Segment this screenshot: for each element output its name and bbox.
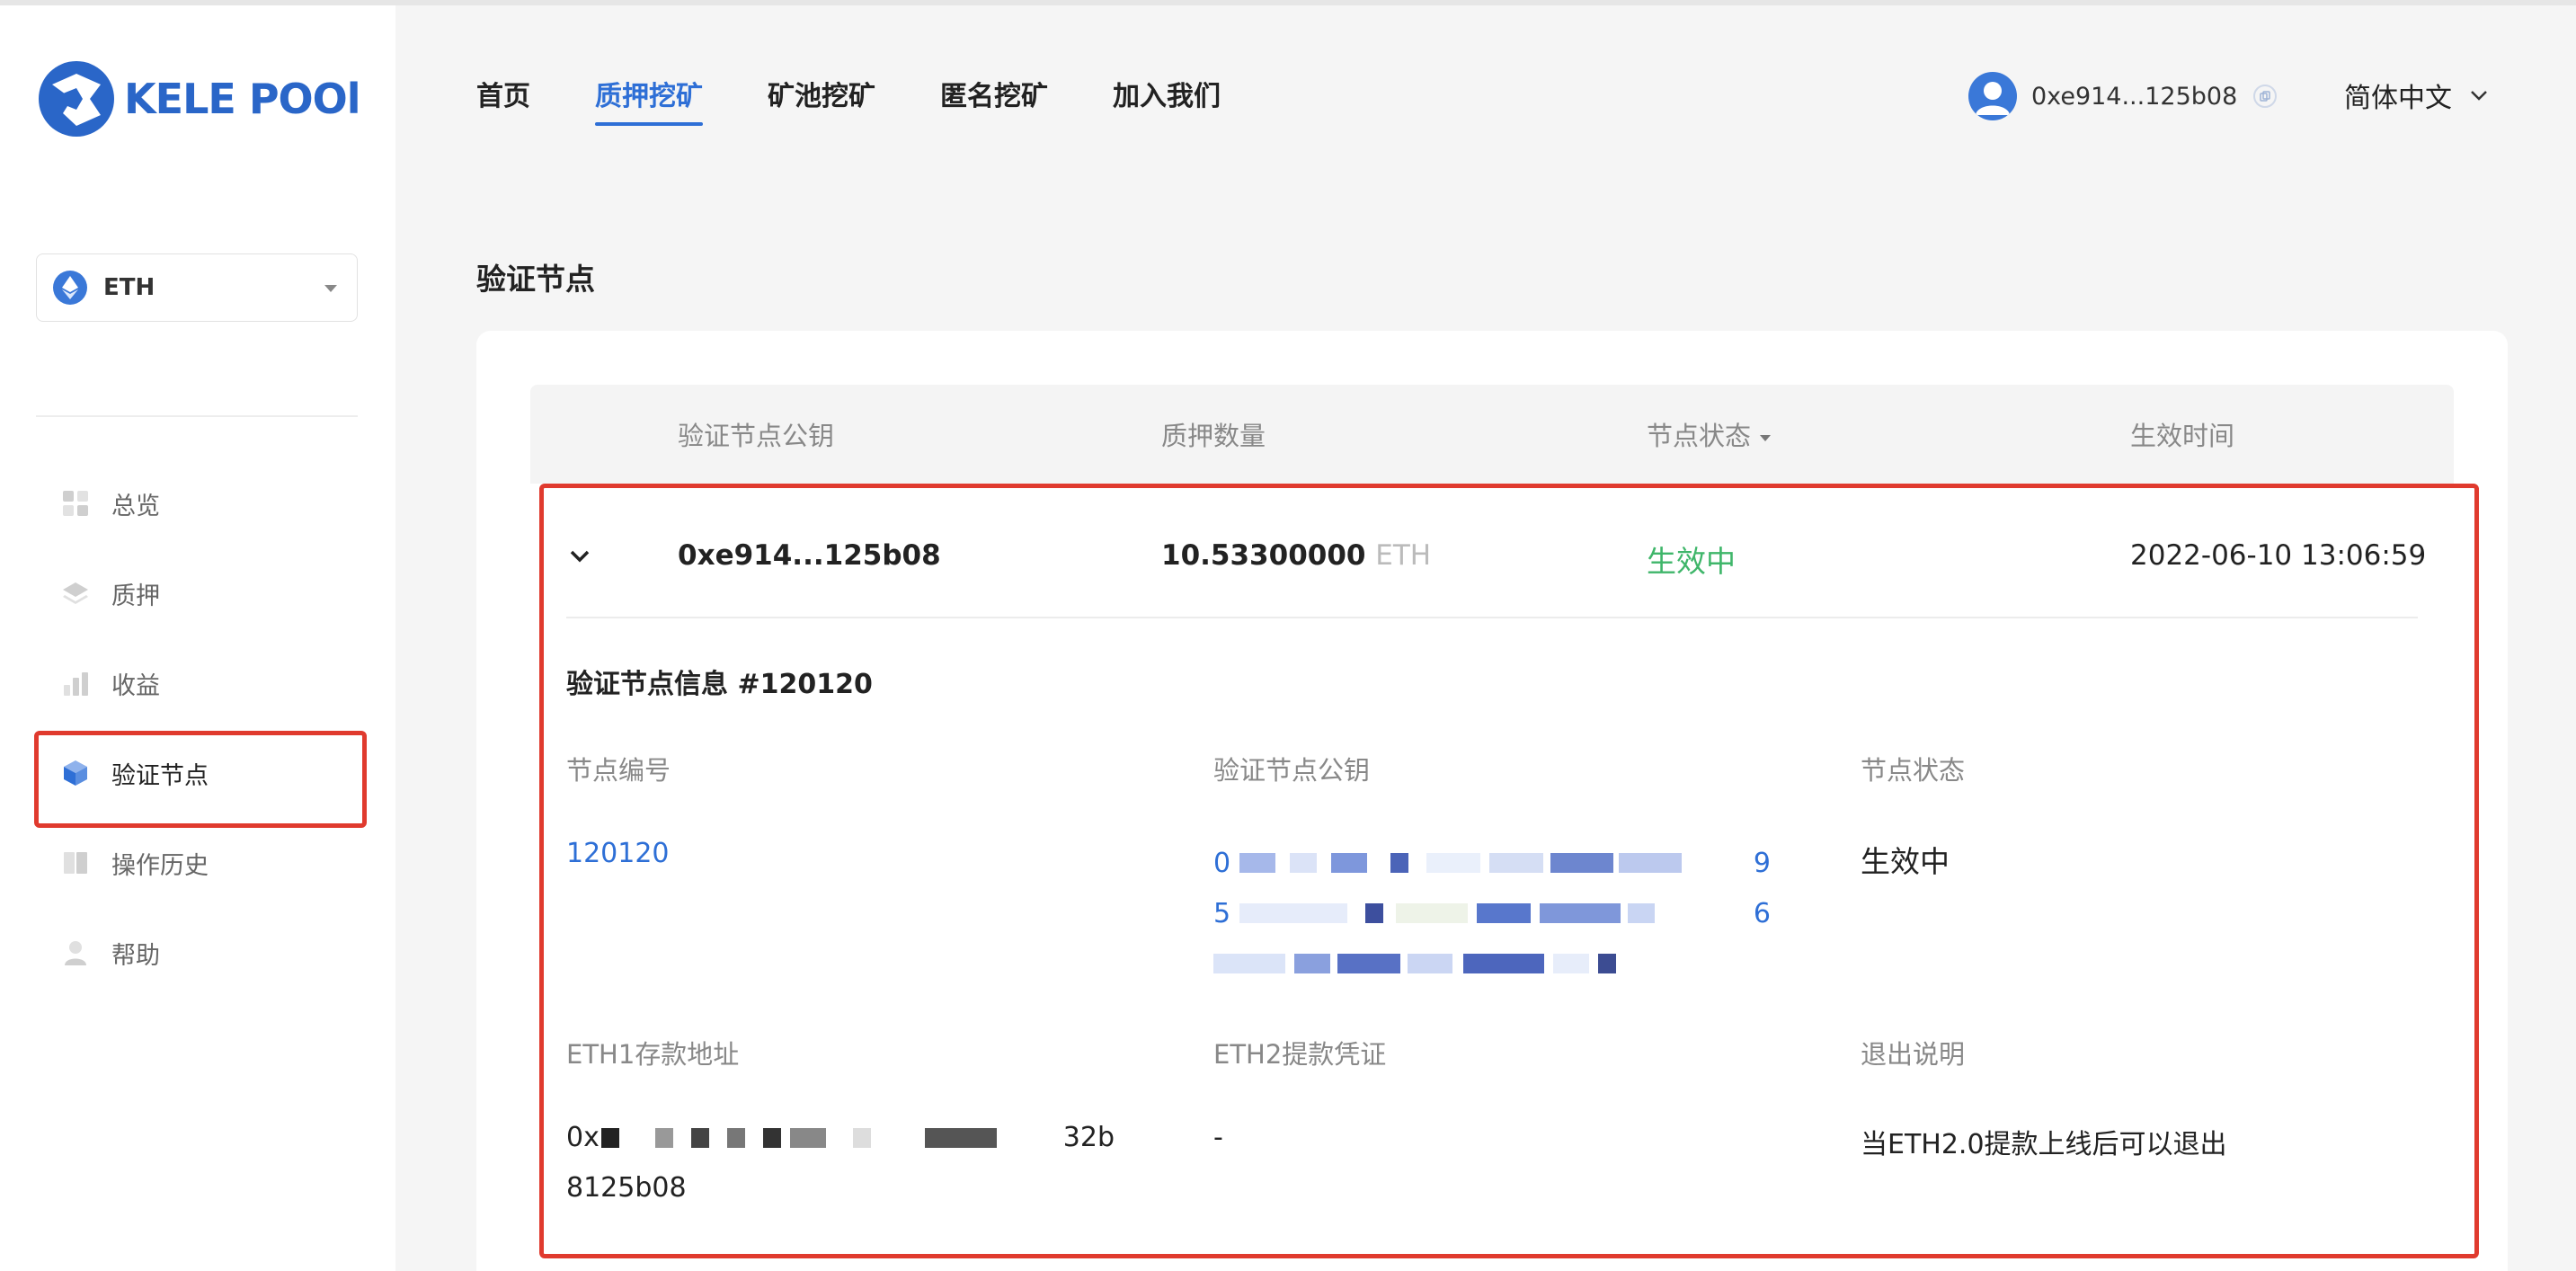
copy-icon[interactable] <box>2253 84 2278 108</box>
caret-down-icon <box>324 285 337 292</box>
chevron-down-icon <box>2471 91 2487 101</box>
pubkey-line-end: 9 <box>1753 847 1771 879</box>
row-amount-value: 10.53300000 <box>1161 539 1366 572</box>
sidebar-item-label: 帮助 <box>111 941 160 970</box>
sidebar-item-overview[interactable]: 总览 <box>36 467 361 539</box>
sidebar-item-validators[interactable]: 验证节点 <box>36 737 361 809</box>
pubkey-line <box>1213 938 1771 989</box>
top-nav: 首页 质押挖矿 矿池挖矿 匿名挖矿 加入我们 <box>476 76 1285 126</box>
language-select[interactable]: 简体中文 <box>2344 76 2490 115</box>
language-value: 简体中文 <box>2344 83 2452 114</box>
label-pubkey: 验证节点公钥 <box>1213 755 1371 786</box>
tab-join-us[interactable]: 加入我们 <box>1113 76 1221 126</box>
expand-chevron-icon[interactable] <box>566 543 593 570</box>
label-status: 节点状态 <box>1861 755 1966 786</box>
wallet-address: 0xe914...125b08 <box>2031 82 2238 111</box>
row-pubkey: 0xe914...125b08 <box>678 539 941 572</box>
eth1-address-line: 0x 32b <box>566 1122 1115 1153</box>
label-eth1-address: ETH1存款地址 <box>566 1039 740 1070</box>
row-amount-unit: ETH <box>1375 539 1432 572</box>
sidebar-item-earnings[interactable]: 收益 <box>36 647 361 719</box>
bar-chart-icon <box>64 672 88 696</box>
brand-name: KELE POOl <box>124 75 361 123</box>
avatar <box>1968 72 2017 120</box>
label-exit-note: 退出说明 <box>1861 1039 1966 1070</box>
sort-caret-icon <box>1760 434 1772 441</box>
pubkey-value[interactable]: 0 9 5 6 <box>1213 838 1771 989</box>
layers-icon <box>63 582 88 604</box>
sidebar-item-label: 验证节点 <box>111 761 209 790</box>
sidebar-item-label: 收益 <box>111 671 160 700</box>
ethereum-icon <box>53 271 87 305</box>
column-header-pubkey: 验证节点公钥 <box>678 421 835 451</box>
row-divider <box>566 617 2418 618</box>
sidebar-item-history[interactable]: 操作历史 <box>36 827 361 899</box>
label-node-id: 节点编号 <box>566 755 671 786</box>
tab-staking-mining[interactable]: 质押挖矿 <box>595 76 703 126</box>
tab-home[interactable]: 首页 <box>476 76 530 126</box>
coin-select[interactable]: ETH <box>36 253 358 322</box>
column-header-status-label: 节点状态 <box>1647 421 1752 451</box>
row-status: 生效中 <box>1647 544 1736 579</box>
sidebar-nav: 总览 质押 收益 验证节点 操作历史 帮助 <box>36 467 361 1007</box>
pubkey-line-end: 6 <box>1753 897 1771 929</box>
row-time: 2022-06-10 13:06:59 <box>2130 539 2427 572</box>
pubkey-line-start: 5 <box>1213 897 1231 929</box>
tab-pool-mining[interactable]: 矿池挖矿 <box>768 76 875 126</box>
exit-note-value: 当ETH2.0提款上线后可以退出 <box>1861 1129 2227 1160</box>
label-eth2-credential: ETH2提款凭证 <box>1213 1039 1387 1070</box>
coin-select-value: ETH <box>103 274 155 301</box>
eth1-address-line2: 8125b08 <box>566 1172 687 1204</box>
brand-logo[interactable]: KELE POOl <box>36 58 361 140</box>
pubkey-line: 0 9 <box>1213 838 1771 888</box>
row-amount: 10.53300000 ETH <box>1161 539 1431 572</box>
column-header-amount: 质押数量 <box>1161 421 1266 451</box>
sidebar-divider <box>36 415 358 417</box>
grid-icon <box>63 491 88 516</box>
sidebar-item-label: 操作历史 <box>111 851 209 880</box>
sidebar-item-staking[interactable]: 质押 <box>36 557 361 629</box>
user-help-icon <box>65 941 86 965</box>
page-title: 验证节点 <box>476 262 595 297</box>
wallet-account[interactable]: 0xe914...125b08 <box>1968 72 2278 120</box>
cube-icon <box>64 760 87 786</box>
sidebar-item-label: 质押 <box>111 582 160 610</box>
kele-logo-icon <box>39 61 114 137</box>
eth1-address-start: 0x <box>566 1122 600 1153</box>
validator-detail-title: 验证节点信息 #120120 <box>566 669 873 700</box>
eth1-address-end: 32b <box>1062 1122 1115 1153</box>
eth2-credential-value: - <box>1213 1122 1223 1153</box>
tab-anonymous-mining[interactable]: 匿名挖矿 <box>940 76 1048 126</box>
node-id-link[interactable]: 120120 <box>566 838 670 869</box>
column-header-status[interactable]: 节点状态 <box>1647 415 1772 453</box>
sidebar-item-help[interactable]: 帮助 <box>36 917 361 989</box>
book-icon <box>64 852 87 874</box>
pubkey-line: 5 6 <box>1213 888 1771 938</box>
column-header-time: 生效时间 <box>2130 421 2235 451</box>
detail-status: 生效中 <box>1861 844 1950 879</box>
sidebar-item-label: 总览 <box>111 492 160 520</box>
pubkey-line-start: 0 <box>1213 847 1231 879</box>
